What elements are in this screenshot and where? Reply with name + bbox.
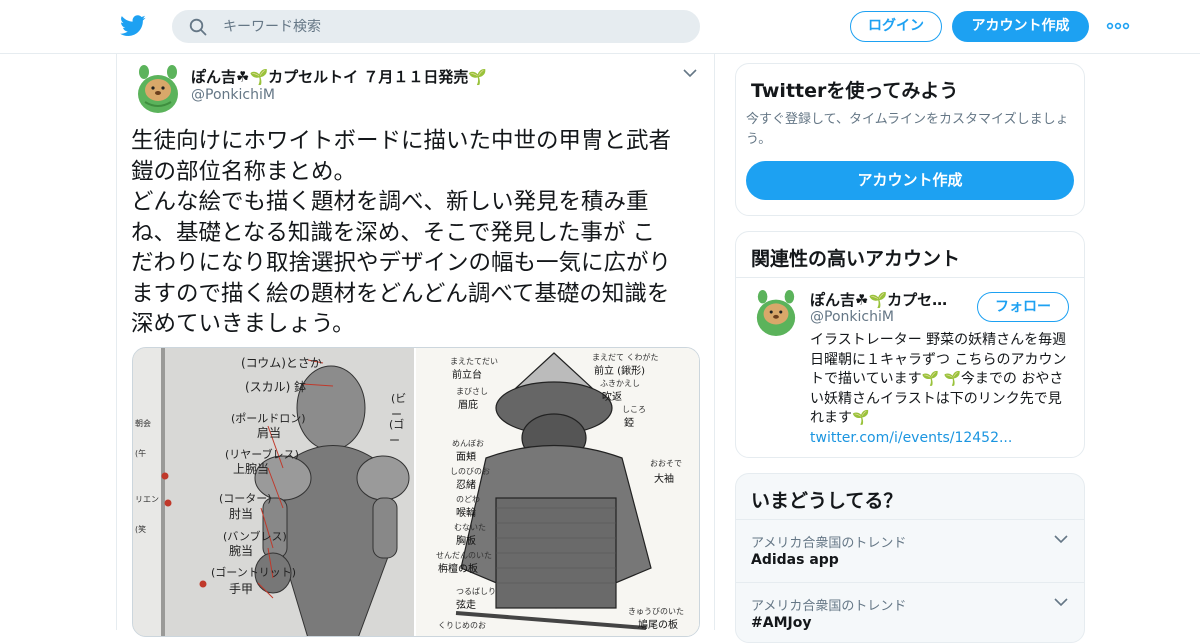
related-accounts-card: 関連性の高いアカウント ぽん吉☘🌱カプセ… @PonkichiM フォロー イラ… [735, 231, 1085, 458]
chevron-down-icon[interactable] [683, 68, 697, 78]
label-sendan: 栴檀の板 [438, 564, 478, 575]
label-maetatedai: 前立台 [452, 370, 482, 381]
label-elbow: 肘当 [229, 507, 254, 521]
tweet-detail: ぽん吉☘🌱カプセルトイ ７月１１日発売🌱 @PonkichiM 生徒向けにホワイ… [116, 54, 715, 637]
author-name[interactable]: ぽん吉☘🌱カプセルトイ ７月１１日発売🌱 [191, 66, 487, 87]
search-box[interactable] [172, 10, 700, 43]
login-button[interactable]: ログイン [850, 11, 942, 42]
try-twitter-card: Twitterを使ってみよう 今すぐ登録して、タイムラインをカスタマイズしましょ… [735, 63, 1085, 216]
trends-title: いまどうしてる？ [751, 490, 903, 512]
label-osode-kana: おおそで [650, 459, 682, 468]
label-couter: (コーター) [219, 492, 272, 505]
chevron-down-icon[interactable] [1054, 534, 1068, 544]
label-mabisashi: 眉庇 [458, 400, 478, 411]
whiteboard-note-1: 朝会 [135, 419, 151, 428]
try-twitter-title: Twitterを使ってみよう [751, 80, 959, 102]
label-shikoro: 錏 [624, 418, 634, 429]
top-navigation-bar: ログイン アカウント作成 [0, 0, 1200, 54]
label-hand: 手甲 [229, 582, 254, 596]
bio-text: イラストレーター 野菜の妖精さんを毎週日曜朝に１キャラずつ こちらのアカウントで… [810, 332, 1067, 426]
trend-name[interactable]: Adidas app [751, 552, 839, 568]
create-account-button[interactable]: アカウント作成 [746, 161, 1074, 200]
label-skull: (スカル) 鉢 [245, 380, 307, 394]
twitter-bird-icon[interactable] [120, 14, 146, 38]
more-options-icon[interactable] [1106, 16, 1130, 36]
tweet-text: 生徒向けにホワイトボードに描いた中世の甲冑と武者 鎧の部位名称まとめ。 どんな絵… [131, 128, 672, 337]
label-forearm: 腕当 [229, 544, 254, 558]
trends-card: いまどうしてる？ アメリカ合衆国のトレンド Adidas app アメリカ合衆国… [735, 473, 1085, 643]
label-munaita: 胸板 [456, 536, 476, 547]
try-twitter-subtitle: 今すぐ登録して、タイムラインをカスタマイズしましょう。 [746, 112, 1069, 147]
author-handle[interactable]: @PonkichiM [191, 87, 275, 103]
tweet-media[interactable]: (コウム)とさか (スカル) 鉢 (ポールドロン) 肩当 (リヤーブレス) 上腕… [132, 347, 700, 637]
label-upperarm: 上腕当 [233, 462, 270, 476]
related-account-avatar[interactable] [754, 289, 798, 337]
author-avatar[interactable] [135, 64, 181, 114]
related-account-handle[interactable]: @PonkichiM [810, 309, 894, 325]
label-kuwagata: 前立 (鍬形) [594, 366, 645, 377]
search-input[interactable] [223, 11, 683, 42]
divider [736, 277, 1084, 278]
label-right-2: (ゴー [389, 418, 405, 447]
trend-name[interactable]: #AMJoy [751, 615, 811, 631]
related-account-bio: イラストレーター 野菜の妖精さんを毎週日曜朝に１キャラずつ こちらのアカウントで… [810, 331, 1072, 448]
whiteboard-note-4: (笑 [135, 525, 147, 534]
trend-meta: アメリカ合衆国のトレンド [751, 536, 907, 551]
bio-link[interactable]: twitter.com/i/events/12452... [810, 429, 1072, 449]
trend-item[interactable]: アメリカ合衆国のトレンド #AMJoy [736, 582, 1084, 642]
label-kurijime-kana: くりじめのお [438, 621, 486, 630]
label-osode: 大袖 [654, 474, 674, 485]
armor-illustration-photo[interactable]: (コウム)とさか (スカル) 鉢 (ポールドロン) 肩当 (リヤーブレス) 上腕… [133, 348, 414, 636]
chevron-down-icon[interactable] [1054, 597, 1068, 607]
whiteboard-note-2: リエン [135, 495, 159, 504]
label-tsurubashiri: 弦走 [456, 600, 476, 611]
trend-meta: アメリカ合衆国のトレンド [751, 599, 907, 614]
label-shoulder: 肩当 [257, 426, 282, 440]
label-kyubi: 鳩尾の板 [638, 620, 678, 631]
samurai-armor-illustration[interactable]: まえたてだい 前立台 まびさし 眉庇 めんぼお 面頬 しのびのお 忍緒 のどわ … [414, 348, 699, 636]
related-accounts-title: 関連性の高いアカウント [751, 248, 961, 270]
follow-button[interactable]: フォロー [977, 292, 1069, 322]
search-icon [189, 18, 207, 36]
label-nodowa: 喉輪 [456, 508, 476, 519]
related-account-name[interactable]: ぽん吉☘🌱カプセ… [810, 289, 960, 310]
label-comb: (コウム)とさか [241, 356, 322, 370]
label-shinobi: 忍緒 [456, 480, 476, 491]
whiteboard-note-3: (午 [135, 449, 147, 458]
signup-button[interactable]: アカウント作成 [952, 11, 1089, 42]
label-fukikaeshi: 吹返 [602, 392, 622, 403]
trend-item[interactable]: アメリカ合衆国のトレンド Adidas app [736, 519, 1084, 582]
label-menpo: 面頬 [456, 452, 476, 463]
label-gauntlet: (ゴーントリット) [211, 566, 297, 579]
